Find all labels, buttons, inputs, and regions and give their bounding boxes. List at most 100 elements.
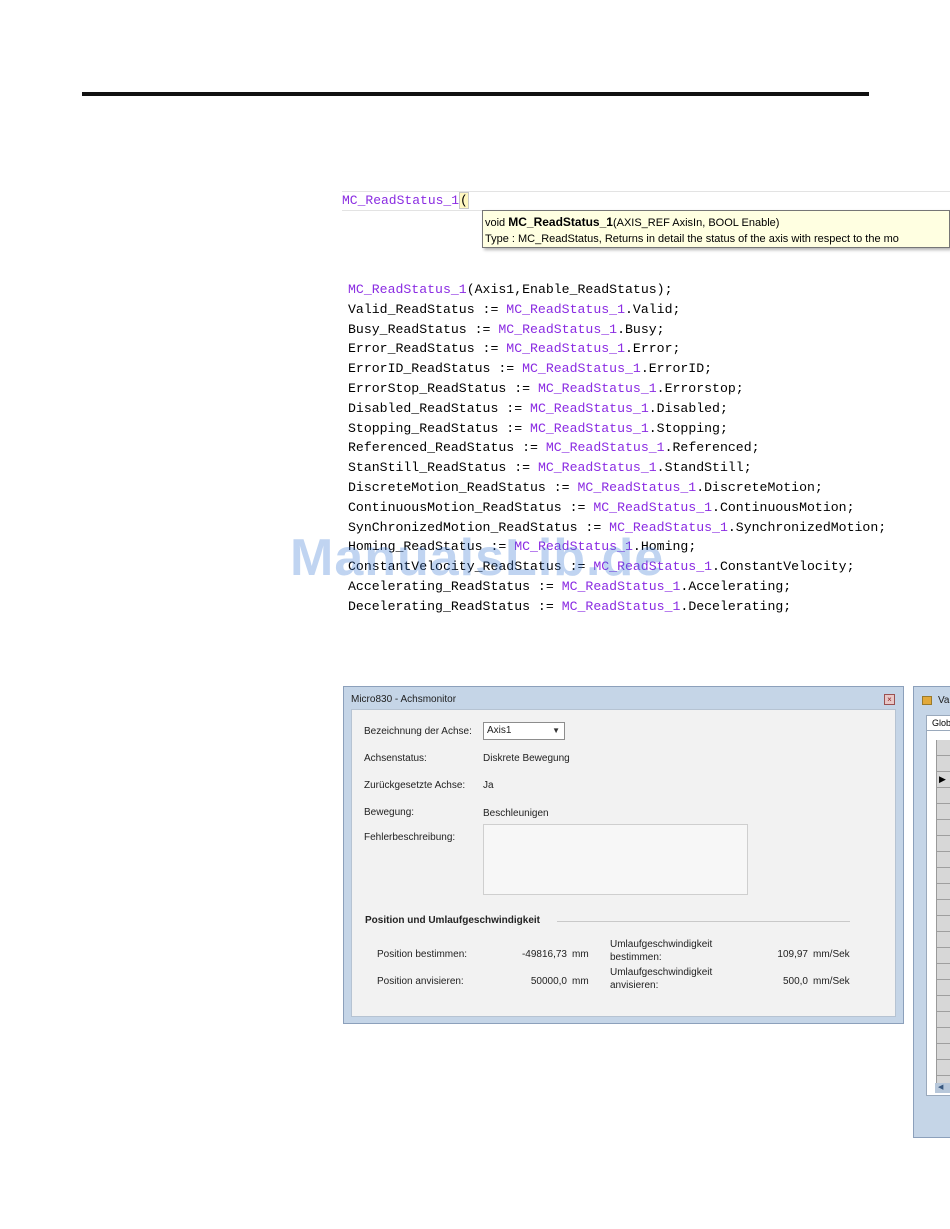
position-target-label: Position anvisieren:	[377, 976, 464, 987]
section-title-position-speed: Position und Umlaufgeschwindigkeit	[365, 915, 541, 926]
code-line-prefix: Error_ReadStatus :=	[348, 341, 507, 357]
grid-row-header[interactable]	[937, 852, 950, 868]
grid-row-header[interactable]	[937, 756, 950, 772]
code-line-fb-instance: MC_ReadStatus_1	[530, 420, 649, 436]
code-line: Disabled_ReadStatus := MC_ReadStatus_1.D…	[348, 399, 950, 419]
axis-select-dropdown[interactable]: Axis1 ▼	[483, 722, 565, 740]
code-listing[interactable]: MC_ReadStatus_1(Axis1,Enable_ReadStatus)…	[348, 280, 950, 617]
code-line: SynChronizedMotion_ReadStatus := MC_Read…	[348, 518, 950, 538]
code-line-prefix: Disabled_ReadStatus :=	[348, 400, 531, 416]
grid-row-header[interactable]	[937, 1044, 950, 1060]
speed-actual-value: 109,97	[777, 949, 808, 960]
motion-value: Beschleunigen	[483, 808, 549, 819]
variables-grid-panel: ▶	[926, 730, 950, 1096]
speed-actual-label-line1: Umlaufgeschwindigkeit	[610, 939, 713, 950]
grid-row-header[interactable]	[937, 804, 950, 820]
code-line-fb-instance: MC_ReadStatus_1	[593, 499, 713, 515]
code-line-fb-instance: MC_ReadStatus_1	[561, 578, 681, 594]
code-line-suffix: .ErrorID;	[640, 361, 713, 377]
grid-row-header[interactable]: ▶	[937, 772, 950, 788]
tooltip-prefix: void	[485, 217, 509, 229]
position-target-value: 50000,0	[530, 976, 567, 987]
code-line: Stopping_ReadStatus := MC_ReadStatus_1.S…	[348, 419, 950, 439]
code-line-prefix: ErrorID_ReadStatus :=	[348, 361, 523, 377]
editor-input-line[interactable]: MC_ReadStatus_1(	[342, 191, 950, 211]
speed-actual-label-line2: bestimmen:	[610, 952, 662, 963]
speed-target-value: 500,0	[782, 976, 808, 987]
code-line-suffix: .Decelerating;	[680, 598, 792, 614]
position-target-unit: mm	[572, 976, 589, 987]
code-line-fb-instance: MC_ReadStatus_1	[348, 282, 467, 297]
tooltip-function-name: MC_ReadStatus_1	[508, 215, 613, 229]
chevron-down-icon[interactable]: ▼	[552, 723, 560, 739]
speed-actual-unit: mm/Sek	[813, 949, 850, 960]
code-line: Referenced_ReadStatus := MC_ReadStatus_1…	[348, 438, 950, 458]
code-line: Busy_ReadStatus := MC_ReadStatus_1.Busy;	[348, 320, 950, 340]
grid-row-header[interactable]	[937, 964, 950, 980]
code-line-suffix: .Stopping;	[648, 420, 728, 436]
speed-target-unit: mm/Sek	[813, 976, 850, 987]
section-divider	[557, 921, 850, 922]
code-line-fb-instance: MC_ReadStatus_1	[577, 479, 697, 495]
code-line-suffix: .Accelerating;	[680, 578, 792, 594]
position-actual-label: Position bestimmen:	[377, 949, 468, 960]
code-line-prefix: ConstantVelocity_ReadStatus :=	[348, 559, 594, 575]
code-line-prefix: Decelerating_ReadStatus :=	[348, 598, 562, 614]
page-top-rule	[82, 92, 869, 96]
position-actual-unit: mm	[572, 949, 589, 960]
error-description-label: Fehlerbeschreibung:	[364, 832, 456, 843]
tab-global-variables[interactable]: Glob	[926, 715, 950, 731]
axis-reset-label: Zurückgesetzte Achse:	[364, 780, 466, 791]
code-line: Decelerating_ReadStatus := MC_ReadStatus…	[348, 597, 950, 617]
grid-row-header[interactable]	[937, 1028, 950, 1044]
code-line-prefix: SynChronizedMotion_ReadStatus :=	[348, 519, 610, 535]
code-line-suffix: .Homing;	[632, 539, 697, 555]
grid-row-header[interactable]	[937, 1060, 950, 1076]
code-line-suffix: .Error;	[625, 341, 681, 357]
code-line-suffix: (Axis1,Enable_ReadStatus);	[466, 282, 673, 297]
speed-target-label-line2: anvisieren:	[610, 980, 659, 991]
code-line-suffix: .Errorstop;	[656, 380, 744, 396]
grid-row-header[interactable]	[937, 820, 950, 836]
grid-row-header[interactable]	[937, 884, 950, 900]
code-line: Homing_ReadStatus := MC_ReadStatus_1.Hom…	[348, 537, 950, 557]
code-line-suffix: .Busy;	[617, 321, 665, 337]
error-description-field[interactable]	[483, 824, 748, 895]
code-line-prefix: ErrorStop_ReadStatus :=	[348, 380, 538, 396]
scroll-left-arrow[interactable]: ◀	[935, 1083, 950, 1093]
position-actual-value: -49816,73	[521, 949, 567, 960]
tooltip-type-description: Type : MC_ReadStatus, Returns in detail …	[485, 233, 899, 245]
code-line-prefix: StanStill_ReadStatus :=	[348, 460, 538, 476]
code-line-prefix: Referenced_ReadStatus :=	[348, 440, 546, 456]
grid-row-header[interactable]	[937, 740, 950, 756]
code-line: Accelerating_ReadStatus := MC_ReadStatus…	[348, 577, 950, 597]
code-line-prefix: ContinuousMotion_ReadStatus :=	[348, 499, 594, 515]
current-row-marker-icon: ▶	[939, 774, 946, 784]
code-fb-name: MC_ReadStatus_1	[342, 193, 460, 208]
grid-row-header[interactable]	[937, 932, 950, 948]
code-line: ErrorStop_ReadStatus := MC_ReadStatus_1.…	[348, 379, 950, 399]
code-line-prefix: Busy_ReadStatus :=	[348, 321, 499, 337]
code-line-fb-instance: MC_ReadStatus_1	[498, 321, 618, 337]
grid-row-header[interactable]	[937, 788, 950, 804]
code-line-suffix: .SynchronizedMotion;	[727, 519, 887, 535]
code-line-suffix: .ContinuousMotion;	[712, 499, 855, 515]
grid-row-header[interactable]	[937, 996, 950, 1012]
grid-row-header[interactable]	[937, 948, 950, 964]
code-line-fb-instance: MC_ReadStatus_1	[593, 559, 713, 575]
code-line: MC_ReadStatus_1(Axis1,Enable_ReadStatus)…	[348, 280, 950, 300]
close-icon[interactable]: ×	[884, 694, 895, 705]
variables-grid-row-headers: ▶	[936, 740, 950, 1092]
grid-row-header[interactable]	[937, 836, 950, 852]
code-line-fb-instance: MC_ReadStatus_1	[506, 341, 625, 357]
code-open-paren: (	[459, 192, 469, 209]
axis-status-value: Diskrete Bewegung	[483, 753, 570, 764]
grid-row-header[interactable]	[937, 916, 950, 932]
grid-row-header[interactable]	[937, 900, 950, 916]
grid-row-header[interactable]	[937, 1012, 950, 1028]
code-line: StanStill_ReadStatus := MC_ReadStatus_1.…	[348, 458, 950, 478]
code-line: Error_ReadStatus := MC_ReadStatus_1.Erro…	[348, 339, 950, 359]
code-line-suffix: .Referenced;	[664, 440, 760, 456]
grid-row-header[interactable]	[937, 980, 950, 996]
grid-row-header[interactable]	[937, 868, 950, 884]
